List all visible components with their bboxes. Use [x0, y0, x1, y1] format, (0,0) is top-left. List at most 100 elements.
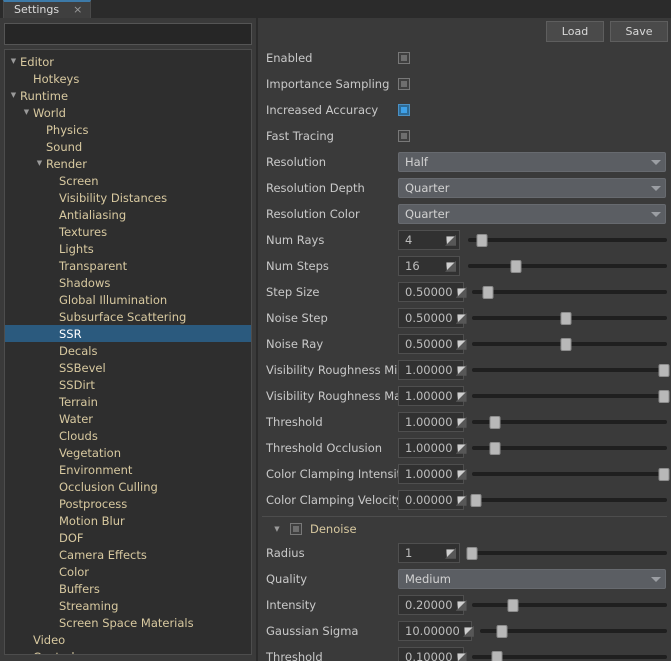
tree-item-antialiasing[interactable]: ▼Antialiasing: [5, 206, 251, 223]
tree-item-motion-blur[interactable]: ▼Motion Blur: [5, 512, 251, 529]
search-input[interactable]: [4, 23, 252, 45]
tree-item-lights[interactable]: ▼Lights: [5, 240, 251, 257]
checkbox-fast-tracing[interactable]: [398, 130, 410, 142]
tree-item-controls[interactable]: ▼Controls: [5, 648, 251, 655]
number-field-gaussian-sigma[interactable]: 10.00000: [398, 621, 472, 641]
slider-threshold-occlusion[interactable]: [472, 438, 667, 458]
tree-item-subsurface-scattering[interactable]: ▼Subsurface Scattering: [5, 308, 251, 325]
load-button[interactable]: Load: [546, 21, 604, 42]
slider-thumb[interactable]: [560, 338, 571, 351]
slider-color-clamping-velocity[interactable]: [472, 490, 667, 510]
tree-item-runtime[interactable]: ▼Runtime: [5, 87, 251, 104]
checkbox-increased-accuracy[interactable]: [398, 104, 410, 116]
tree-item-editor[interactable]: ▼Editor: [5, 53, 251, 70]
number-field-threshold[interactable]: 0.10000: [398, 647, 464, 661]
chevron-down-icon[interactable]: ▼: [272, 526, 282, 533]
spinner-drag-icon[interactable]: [456, 652, 467, 661]
spinner-drag-icon[interactable]: [456, 365, 467, 376]
tree-item-dof[interactable]: ▼DOF: [5, 529, 251, 546]
tree-item-physics[interactable]: ▼Physics: [5, 121, 251, 138]
dropdown-resolution[interactable]: Half: [398, 152, 666, 172]
tree-item-occlusion-culling[interactable]: ▼Occlusion Culling: [5, 478, 251, 495]
slider-thumb[interactable]: [482, 286, 493, 299]
slider-step-size[interactable]: [472, 282, 667, 302]
slider-thumb[interactable]: [497, 625, 508, 638]
tree-item-buffers[interactable]: ▼Buffers: [5, 580, 251, 597]
tree-item-camera-effects[interactable]: ▼Camera Effects: [5, 546, 251, 563]
slider-num-rays[interactable]: [468, 230, 667, 250]
slider-noise-step[interactable]: [472, 308, 667, 328]
number-field-color-clamping-intensity[interactable]: 1.00000: [398, 464, 464, 484]
tree-item-world[interactable]: ▼World: [5, 104, 251, 121]
spinner-drag-icon[interactable]: [456, 339, 467, 350]
slider-thumb[interactable]: [492, 651, 503, 661]
number-field-step-size[interactable]: 0.50000: [398, 282, 464, 302]
slider-thumb[interactable]: [490, 442, 501, 455]
number-field-threshold-occlusion[interactable]: 1.00000: [398, 438, 464, 458]
number-field-intensity[interactable]: 0.20000: [398, 595, 464, 615]
slider-thumb[interactable]: [466, 547, 477, 560]
slider-thumb[interactable]: [470, 494, 481, 507]
spinner-drag-icon[interactable]: [456, 287, 467, 298]
slider-intensity[interactable]: [472, 595, 667, 615]
checkbox-denoise[interactable]: [290, 523, 302, 535]
save-button[interactable]: Save: [610, 21, 668, 42]
number-field-num-steps[interactable]: 16: [398, 256, 460, 276]
tree-item-screen[interactable]: ▼Screen: [5, 172, 251, 189]
settings-tree[interactable]: ▼Editor▼Hotkeys▼Runtime▼World▼Physics▼So…: [4, 49, 252, 655]
dropdown-resolution-color[interactable]: Quarter: [398, 204, 666, 224]
tree-item-terrain[interactable]: ▼Terrain: [5, 393, 251, 410]
spinner-drag-icon[interactable]: [456, 417, 467, 428]
tree-item-shadows[interactable]: ▼Shadows: [5, 274, 251, 291]
slider-thumb[interactable]: [507, 599, 518, 612]
tree-item-ssr[interactable]: ▼SSR: [5, 325, 251, 342]
tree-item-sound[interactable]: ▼Sound: [5, 138, 251, 155]
tree-item-vegetation[interactable]: ▼Vegetation: [5, 444, 251, 461]
spinner-drag-icon[interactable]: [456, 495, 467, 506]
number-field-color-clamping-velocity[interactable]: 0.00000: [398, 490, 464, 510]
spinner-drag-icon[interactable]: [445, 548, 456, 559]
slider-thumb[interactable]: [476, 234, 487, 247]
spinner-drag-icon[interactable]: [456, 313, 467, 324]
slider-noise-ray[interactable]: [472, 334, 667, 354]
slider-radius[interactable]: [468, 543, 667, 563]
slider-threshold[interactable]: [472, 412, 667, 432]
slider-thumb[interactable]: [510, 260, 521, 273]
slider-thumb[interactable]: [659, 390, 670, 403]
spinner-drag-icon[interactable]: [456, 469, 467, 480]
slider-num-steps[interactable]: [468, 256, 667, 276]
slider-thumb[interactable]: [659, 364, 670, 377]
tree-item-water[interactable]: ▼Water: [5, 410, 251, 427]
slider-visibility-roughness-min[interactable]: [472, 360, 667, 380]
tree-item-render[interactable]: ▼Render: [5, 155, 251, 172]
spinner-drag-icon[interactable]: [456, 600, 467, 611]
number-field-visibility-roughness-max[interactable]: 1.00000: [398, 386, 464, 406]
slider-threshold[interactable]: [472, 647, 667, 661]
tree-item-environment[interactable]: ▼Environment: [5, 461, 251, 478]
checkbox-importance-sampling[interactable]: [398, 78, 410, 90]
number-field-visibility-roughness-min[interactable]: 1.00000: [398, 360, 464, 380]
spinner-drag-icon[interactable]: [463, 626, 474, 637]
spinner-drag-icon[interactable]: [445, 235, 456, 246]
number-field-noise-ray[interactable]: 0.50000: [398, 334, 464, 354]
number-field-noise-step[interactable]: 0.50000: [398, 308, 464, 328]
tree-item-ssbevel[interactable]: ▼SSBevel: [5, 359, 251, 376]
spinner-drag-icon[interactable]: [456, 391, 467, 402]
slider-color-clamping-intensity[interactable]: [472, 464, 667, 484]
slider-thumb[interactable]: [560, 312, 571, 325]
chevron-down-icon[interactable]: ▼: [33, 157, 46, 170]
tab-settings[interactable]: Settings ×: [3, 0, 91, 18]
tree-item-video[interactable]: ▼Video: [5, 631, 251, 648]
slider-thumb[interactable]: [490, 416, 501, 429]
group-header-denoise[interactable]: ▼Denoise: [262, 516, 667, 538]
checkbox-enabled[interactable]: [398, 52, 410, 64]
spinner-drag-icon[interactable]: [445, 261, 456, 272]
slider-gaussian-sigma[interactable]: [480, 621, 667, 641]
chevron-down-icon[interactable]: ▼: [7, 55, 20, 68]
tree-item-visibility-distances[interactable]: ▼Visibility Distances: [5, 189, 251, 206]
number-field-radius[interactable]: 1: [398, 543, 460, 563]
tree-item-transparent[interactable]: ▼Transparent: [5, 257, 251, 274]
slider-thumb[interactable]: [659, 468, 670, 481]
slider-visibility-roughness-max[interactable]: [472, 386, 667, 406]
number-field-threshold[interactable]: 1.00000: [398, 412, 464, 432]
